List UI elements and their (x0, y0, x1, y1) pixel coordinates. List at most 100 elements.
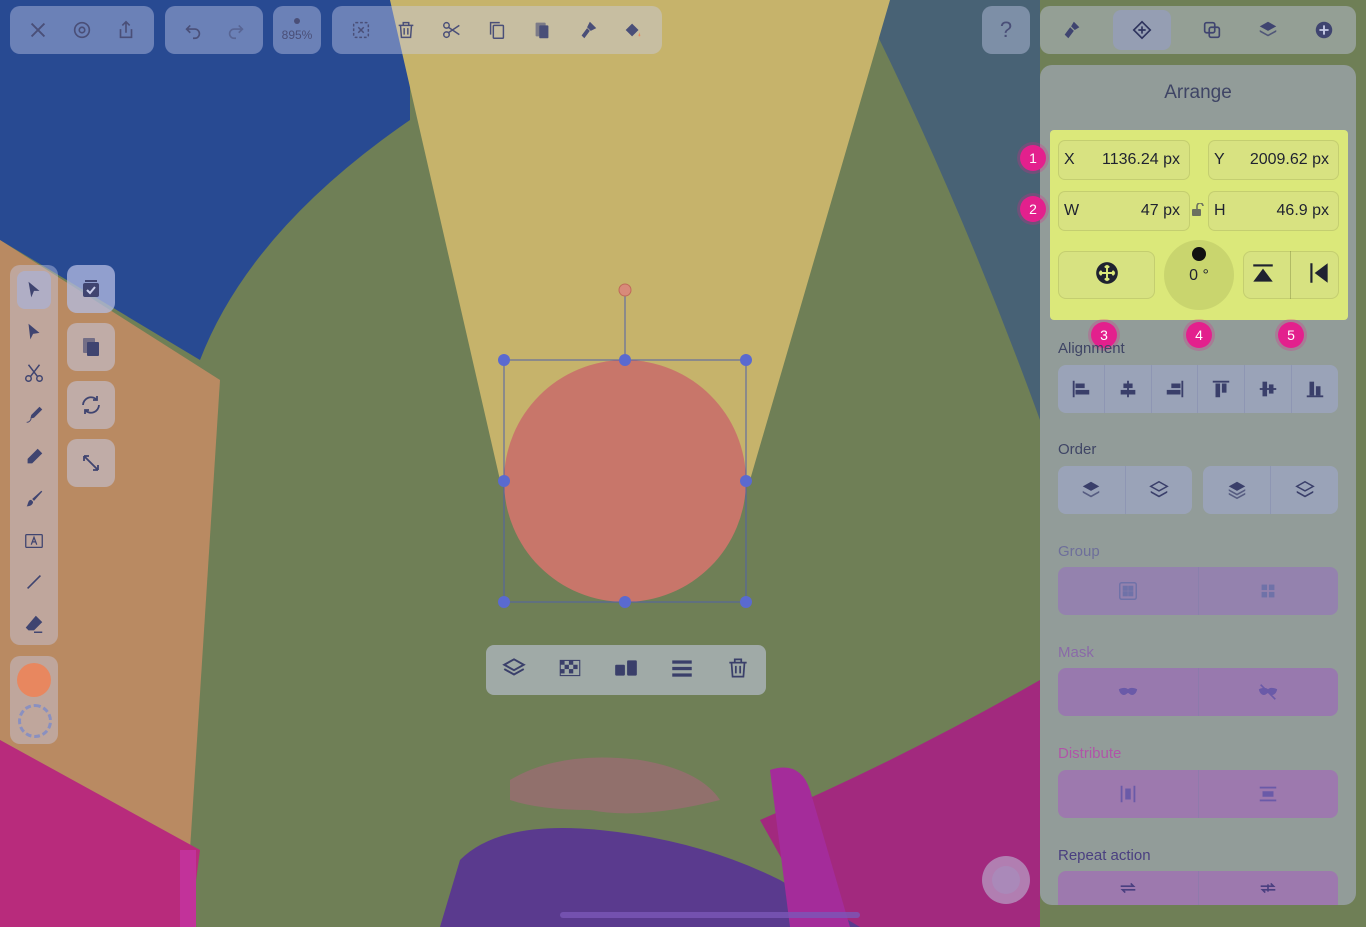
y-value: 2009.62 px (1249, 151, 1329, 168)
callout-badge-4: 4 (1186, 322, 1212, 348)
h-value: 46.9 px (1276, 202, 1329, 219)
paste-style-icon[interactable] (573, 15, 603, 45)
settings-icon[interactable] (67, 15, 97, 45)
flip-vertical-icon[interactable] (1250, 260, 1276, 291)
copy-icon[interactable] (482, 15, 512, 45)
y-label: Y (1214, 151, 1225, 168)
history-toolbar (165, 6, 263, 54)
stroke-color-well[interactable] (18, 704, 52, 738)
node-pointer-icon[interactable] (17, 313, 51, 351)
send-to-back-icon[interactable] (1271, 466, 1338, 514)
add-icon[interactable] (1309, 15, 1339, 45)
pencil-icon[interactable] (17, 438, 51, 476)
w-value: 47 px (1140, 202, 1180, 219)
align-center-v-icon[interactable] (1245, 365, 1293, 413)
align-bottom-icon[interactable] (1292, 365, 1338, 413)
distribute-row (1058, 770, 1338, 818)
x-field[interactable]: X 1136.24 px (1058, 140, 1190, 180)
flip-horizontal-icon[interactable] (1306, 260, 1332, 291)
bring-to-front-icon[interactable] (1203, 466, 1271, 514)
lock-icon[interactable] (1191, 202, 1205, 217)
close-icon[interactable] (23, 15, 53, 45)
alignment-row (1058, 365, 1338, 413)
selected-circle-shape (504, 360, 746, 602)
quick-actions (67, 265, 115, 497)
bring-forward-icon[interactable] (1058, 466, 1126, 514)
rotation-knob[interactable] (1192, 247, 1206, 261)
handle-top-left (498, 354, 510, 366)
callout-badge-1: 1 (1020, 145, 1046, 171)
layers-icon[interactable] (501, 655, 527, 686)
y-field[interactable]: Y 2009.62 px (1208, 140, 1339, 180)
mask-icon[interactable] (1058, 668, 1199, 716)
redo-icon[interactable] (221, 15, 251, 45)
x-label: X (1064, 151, 1075, 168)
order-title: Order (1058, 441, 1097, 458)
callout-badge-5: 5 (1278, 322, 1304, 348)
lines-icon[interactable] (669, 655, 695, 686)
rotation-dial[interactable]: 0 ° (1164, 240, 1234, 310)
repeat-step-icon[interactable] (1199, 871, 1339, 905)
distribute-horizontal-icon[interactable] (1058, 770, 1199, 818)
align-left-icon[interactable] (1058, 365, 1105, 413)
help-button[interactable]: ? (982, 6, 1030, 54)
duplicate-icon[interactable] (67, 323, 115, 371)
fill-color-well[interactable] (17, 663, 51, 697)
zoom-indicator[interactable]: 895% (273, 6, 321, 54)
send-backward-icon[interactable] (1126, 466, 1193, 514)
handle-top-right (740, 354, 752, 366)
undo-icon[interactable] (178, 15, 208, 45)
deselect-icon[interactable] (346, 15, 376, 45)
handle-bottom (619, 596, 631, 608)
mask-title: Mask (1058, 644, 1094, 661)
h-field[interactable]: H 46.9 px (1208, 191, 1339, 231)
flip-buttons (1243, 251, 1339, 299)
move-button[interactable] (1058, 251, 1155, 299)
panel-title: Arrange (1164, 82, 1232, 103)
callout-badge-2: 2 (1020, 196, 1046, 222)
w-field[interactable]: W 47 px (1058, 191, 1190, 231)
brush-icon[interactable] (17, 480, 51, 518)
style-brush-icon[interactable] (1057, 15, 1087, 45)
alignment-title: Alignment (1058, 340, 1125, 357)
group-icon[interactable] (1058, 567, 1199, 615)
checkbox-icon[interactable] (67, 265, 115, 313)
resize-icon[interactable] (67, 439, 115, 487)
handle-bottom-right (740, 596, 752, 608)
move-icon (1094, 260, 1120, 291)
arrange-icon[interactable] (1113, 10, 1171, 50)
ungroup-icon[interactable] (1199, 567, 1339, 615)
order-row-right (1203, 466, 1338, 514)
repeat-title: Repeat action (1058, 847, 1151, 864)
trash-icon[interactable] (391, 15, 421, 45)
unmask-icon[interactable] (1199, 668, 1339, 716)
pen-icon[interactable] (17, 396, 51, 434)
text-icon[interactable] (17, 522, 51, 560)
repeat-row (1058, 871, 1338, 905)
select-pointer-icon[interactable] (17, 271, 51, 309)
group-title: Group (1058, 543, 1100, 560)
repeat-icon[interactable] (1058, 871, 1199, 905)
align-center-h-icon[interactable] (1105, 365, 1152, 413)
cut-icon[interactable] (437, 15, 467, 45)
eraser-icon[interactable] (17, 605, 51, 643)
rotate-icon[interactable] (67, 381, 115, 429)
checker-icon[interactable] (557, 655, 583, 686)
align-right-icon[interactable] (1152, 365, 1199, 413)
layers-icon[interactable] (1253, 15, 1283, 45)
line-icon[interactable] (17, 563, 51, 601)
distribute-title: Distribute (1058, 745, 1122, 762)
mask-row (1058, 668, 1338, 716)
share-icon[interactable] (111, 15, 141, 45)
paste-icon[interactable] (527, 15, 557, 45)
x-value: 1136.24 px (1102, 151, 1180, 168)
align-top-icon[interactable] (1198, 365, 1246, 413)
boolean-icon[interactable] (1197, 15, 1227, 45)
w-label: W (1064, 202, 1080, 219)
inspector-tabs (1040, 6, 1356, 54)
fill-icon[interactable] (618, 15, 648, 45)
trash-icon[interactable] (725, 655, 751, 686)
blocks-icon[interactable] (613, 655, 639, 686)
distribute-vertical-icon[interactable] (1199, 770, 1339, 818)
scissors-icon[interactable] (17, 355, 51, 393)
